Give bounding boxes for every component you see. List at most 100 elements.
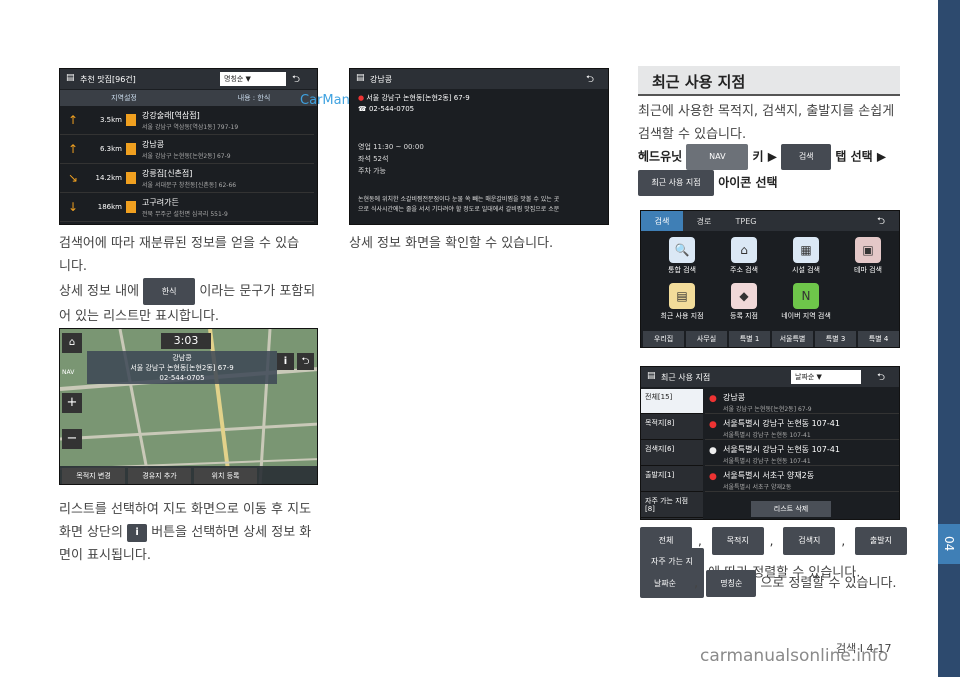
comma: , [694,576,699,591]
text-span: 으로 정렬할 수 있습니다. [760,576,897,591]
recent-list-item[interactable]: ● 서울특별시 강남구 논현동 107-41 서울특별시 강남구 논현동 107-4… [705,441,899,466]
text-span: 키 ▶ [752,149,777,164]
restaurant-icon [126,172,136,184]
sort-label: 날짜순 [795,373,815,381]
clock: 3:03 [161,333,211,349]
parking: 주차 가능 [358,167,386,175]
delete-list-button[interactable]: 리스트 삭제 [751,501,831,517]
favorite-button[interactable]: 서울특별 [772,331,813,347]
zoom-in-icon[interactable]: + [62,393,82,413]
sort-dropdown[interactable]: 명칭순 ▼ [220,72,286,86]
back-icon[interactable]: ⮌ [297,353,314,370]
menu-icon-cell[interactable]: ▤ 최근 사용 지점 [651,283,713,321]
recent-list-item[interactable]: ● 강남콩 서울 강남구 논현동[논현2동] 67-9 [705,389,899,414]
recent-list-item[interactable]: ● 서울특별시 서초구 양재2동 서울특별시 서초구 양재2동 [705,467,899,492]
menu-icon-cell[interactable]: ▦ 시설 검색 [775,237,837,275]
seats: 좌석 52석 [358,155,389,163]
recommended-restaurants-screenshot: ▤ 추천 맛집[96건] 명칭순 ▼ ⮌ 지역설정 내용 : 한식 ↑ 3.5km… [59,68,318,225]
restaurant-name: 강강술래[역삼점] [142,111,200,120]
detail-address: 서울 강남구 논현동[논현2동] 67-9 [366,94,470,102]
text-span: 이라는 문구가 포함되 [199,284,316,299]
menu-icon-cell[interactable]: 🔍 통합 검색 [651,237,713,275]
sort-label: 명칭순 [224,75,244,83]
menu-icon-label: 시설 검색 [792,266,820,274]
menu-icon-label: 네이버 지역 검색 [781,312,831,320]
home-icon[interactable]: ⌂ [62,333,82,353]
change-destination-button[interactable]: 목적지 변경 [62,468,125,484]
menu-icon-label: 통합 검색 [668,266,696,274]
zoom-out-icon[interactable]: − [62,429,82,449]
filter-tab[interactable]: 출발지[1] [641,467,703,492]
title-bar: ▤ 추천 맛집[96건] 명칭순 ▼ ⮌ [60,69,317,89]
area-setting-button[interactable]: 지역설정 [60,90,188,106]
direction-arrow-icon: ↘ [68,171,79,185]
info-icon[interactable]: i [277,353,294,370]
menu-tab[interactable]: 경로 [683,211,725,231]
content-filter-button[interactable]: 내용 : 한식 [190,90,317,106]
paragraph-detail: 상세 정보 화면을 확인할 수 있습니다. [349,236,554,251]
menu-icon-cell[interactable]: N 네이버 지역 검색 [775,283,837,321]
detail-attributes: 영업 11:30 ~ 00:00 좌석 52석 주차 가능 [358,141,424,177]
filter-tab[interactable]: 전체[15] [641,389,703,414]
hours: 영업 11:30 ~ 00:00 [358,143,424,151]
sort-dropdown[interactable]: 날짜순 ▼ [791,370,861,384]
text-line: 어 있는 리스트만 표시합니다. [59,309,220,324]
phone-icon: ☎ [358,105,367,113]
menu-icon: ◆ [731,283,757,309]
place-name: 강남콩 [172,354,192,362]
menu-icon: ▣ [855,237,881,263]
pin-icon: ● [358,94,365,102]
menu-icon-label: 최근 사용 지점 [660,312,704,320]
restaurant-list-item[interactable]: ↑ 3.5km 강강술래[역삼점] 서울 강남구 역삼동[역삼1동] 797-19 [60,107,314,135]
text-line: 니다. [59,259,88,274]
nav-key-chip: NAV [686,144,749,170]
recent-list-item[interactable]: ● 서울특별시 강남구 논현동 107-41 서울특별시 강남구 논현동 107-4… [705,415,899,440]
favorite-button[interactable]: 우리집 [643,331,684,347]
recent-address: 서울특별시 강남구 논현동 107-41 [723,458,811,465]
favorite-button[interactable]: 특별 1 [729,331,770,347]
restaurant-name: 강남콩 [142,140,165,149]
back-icon[interactable]: ⮌ [292,72,300,89]
favorite-button[interactable]: 특별 4 [858,331,899,347]
favorite-button[interactable]: 사무실 [686,331,727,347]
register-location-button[interactable]: 위치 등록 [194,468,257,484]
date-order-chip: 날짜순 [640,570,690,597]
menu-icon-cell[interactable]: ▣ 테마 검색 [837,237,899,275]
menu-tab[interactable]: TPEG [725,211,767,231]
favorite-button[interactable]: 특별 3 [815,331,856,347]
recent-name: 서울특별시 강남구 논현동 107-41 [723,419,840,428]
menu-tab[interactable]: 검색 [641,211,683,231]
place-address: 서울 강남구 논현동[논현2동] 67-9 [130,364,234,372]
watermark-bottom: carmanualsonline.info [700,646,889,666]
comma: , [841,533,846,548]
text-line: 최근에 사용한 목적지, 검색지, 출발지를 손쉽게 [638,104,895,119]
restaurant-address: 서울 서대문구 창천동[신촌동] 62-66 [142,182,237,189]
map-screenshot: 3:03 강남콩 서울 강남구 논현동[논현2동] 67-9 02-544-07… [59,328,318,485]
text-line: 리스트를 선택하여 지도 화면으로 이동 후 지도 [59,502,312,517]
chapter-side-tab: 04 [938,0,960,677]
restaurant-list-item[interactable]: ↘ 14.2km 강릉집[신촌점] 서울 서대문구 창천동[신촌동] 62-66 [60,165,314,193]
filter-tab[interactable]: 목적지[8] [641,415,703,440]
text-line: 검색어에 따라 재분류된 정보를 얻을 수 있습 [59,236,300,251]
back-icon[interactable]: ⮌ [877,370,885,387]
comma: , [698,533,702,548]
menu-icon: ▦ [793,237,819,263]
restaurant-address: 서울 강남구 역삼동[역삼1동] 797-19 [142,124,239,131]
filter-tab[interactable]: 검색지[6] [641,441,703,466]
search-tab-chip: 검색 [781,144,832,170]
recent-title: 최근 사용 지점 [661,373,711,382]
screen-title: 추천 맛집[96건] [80,75,136,84]
text-span: 헤드유닛 [638,149,683,164]
restaurant-list-item[interactable]: ↑ 6.3km 강남콩 서울 강남구 논현동[논현2동] 67-9 [60,136,314,164]
filter-tab[interactable]: 자주 가는 지점 [8] [641,493,703,518]
menu-icon-cell[interactable]: ⌂ 주소 검색 [713,237,775,275]
place-phone: 02-544-0705 [159,374,205,382]
back-icon[interactable]: ⮌ [586,72,594,89]
text-span: 화면 상단의 [59,525,123,540]
add-waypoint-button[interactable]: 경유지 추가 [128,468,191,484]
back-icon[interactable]: ⮌ [877,214,885,231]
distance: 3.5km [99,116,122,124]
menu-icon-cell[interactable]: ◆ 등록 지점 [713,283,775,321]
restaurant-list-item[interactable]: ↓ 186km 고구려가든 전북 무주군 설천면 심곡리 551-9 [60,194,314,222]
paragraph-map-detail: 리스트를 선택하여 지도 화면으로 이동 후 지도 화면 상단의 i 버튼을 선… [59,498,321,567]
